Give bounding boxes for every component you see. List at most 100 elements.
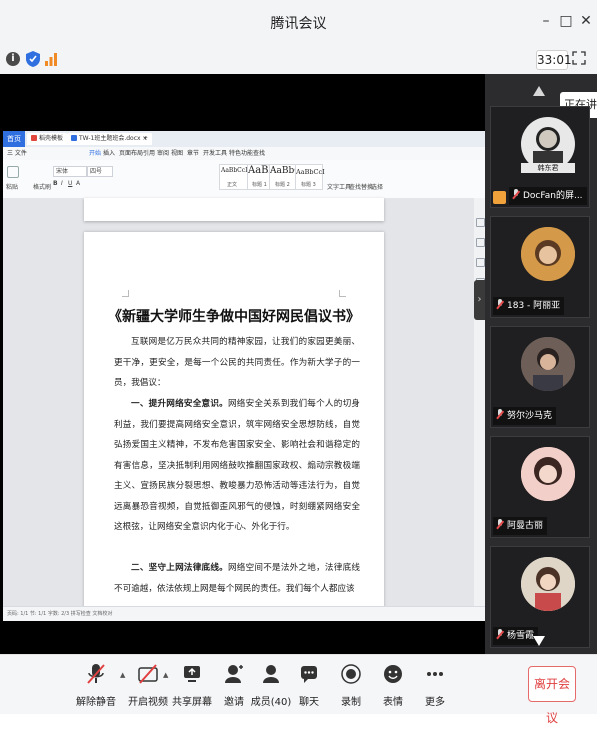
font-value: 宋体 — [56, 168, 69, 175]
document-side-toolbar — [474, 198, 485, 606]
font-size-value: 四号 — [90, 168, 103, 175]
menu-developer[interactable]: 开发工具 — [203, 148, 227, 159]
security-shield-icon[interactable] — [25, 50, 41, 68]
mic-off-icon — [496, 409, 504, 419]
style-heading-1[interactable]: AaBb 标题 1 — [247, 164, 275, 190]
avatar — [521, 557, 575, 611]
maximize-icon[interactable]: □ — [557, 12, 575, 30]
screen-share-icon — [493, 191, 506, 204]
menu-chapter[interactable]: 章节 — [187, 148, 199, 159]
participant-name-text: DocFan的屏... — [523, 191, 583, 201]
avatar — [521, 227, 575, 281]
avatar — [521, 447, 575, 501]
participant-name: 183 - 阿丽亚 — [493, 297, 565, 315]
menu-references[interactable]: 引用 — [143, 148, 155, 159]
participant-name: 杨雪霞 — [493, 627, 539, 645]
chat-icon — [301, 666, 317, 683]
wps-home-tab[interactable]: 首页 — [3, 131, 25, 147]
scroll-up-icon[interactable] — [533, 86, 545, 96]
style-name: 标题 2 — [275, 182, 290, 188]
close-icon[interactable]: ✕ — [577, 12, 595, 30]
record-icon — [341, 664, 361, 684]
text-tools-button[interactable]: 文字工具 — [327, 182, 351, 191]
template-icon — [31, 135, 37, 141]
avatar-caption: 韩东君 — [521, 163, 575, 173]
style-name: 标题 1 — [252, 182, 267, 188]
mic-off-icon — [87, 664, 105, 684]
camera-off-icon — [138, 664, 158, 684]
button-label: 解除静音 — [76, 697, 116, 708]
font-select[interactable]: 宋体 — [53, 166, 87, 177]
participant-tile[interactable]: 韩东君 DocFan的屏... — [490, 106, 590, 208]
minimize-icon[interactable]: – — [537, 12, 555, 30]
style-pane-icon[interactable] — [476, 238, 485, 247]
italic-button[interactable]: I — [61, 180, 63, 187]
unmute-button[interactable]: 解除静音 — [72, 661, 120, 711]
menu-search[interactable]: 查找 — [253, 148, 265, 159]
font-size-select[interactable]: 四号 — [87, 166, 113, 177]
participant-tile[interactable]: 阿曼古丽 — [490, 436, 590, 538]
style-normal[interactable]: AaBbCcDd 正文 — [219, 164, 254, 190]
title-bar: 腾讯会议 – □ ✕ — [0, 0, 597, 44]
emoji-icon — [384, 665, 402, 683]
fullscreen-icon[interactable] — [572, 51, 586, 65]
participant-name-text: 杨雪霞 — [507, 631, 535, 641]
wps-menu-bar: 三 文件 开始 插入 页面布局 引用 审阅 视图 章节 开发工具 特色功能 查找 — [3, 147, 485, 160]
style-heading-2[interactable]: AaBbC 标题 2 — [269, 164, 301, 190]
wps-tab-templates[interactable]: 稻壳模板 — [27, 133, 68, 145]
bold-button[interactable]: B — [53, 180, 58, 187]
shared-screen: 首页 稻壳模板 TW-1班主题班会.docx × + 三 文件 开始 插入 页面… — [3, 131, 485, 621]
paragraph-lead: 一、提升网络安全意识。 — [131, 399, 228, 409]
menu-review[interactable]: 审阅 — [157, 148, 169, 159]
menu-home[interactable]: 开始 — [89, 148, 101, 159]
new-tab-icon[interactable]: + — [139, 133, 152, 145]
participant-name-text: 努尔沙马克 — [507, 411, 553, 421]
select-button[interactable]: 选择 — [371, 182, 383, 191]
network-signal-icon[interactable] — [44, 52, 58, 66]
add-user-icon — [225, 665, 243, 683]
style-name: 正文 — [227, 182, 238, 188]
menu-insert[interactable]: 插入 — [103, 148, 115, 159]
mic-off-icon — [496, 299, 504, 309]
collapse-panel-handle[interactable]: › — [474, 280, 485, 320]
leave-meeting-button[interactable]: 离开会议 — [528, 666, 576, 725]
tab-label: 稻壳模板 — [39, 135, 64, 142]
underline-button[interactable]: U — [68, 180, 72, 187]
style-heading-3[interactable]: AaBbCcI 标题 3 — [295, 164, 325, 190]
menu-layout[interactable]: 页面布局 — [119, 148, 143, 159]
menu-view[interactable]: 视图 — [171, 148, 183, 159]
margin-corner — [339, 290, 346, 297]
document-canvas: 《新疆大学师生争做中国好网民倡议书》 互联网是亿万民众共同的精神家园，让我们的家… — [3, 198, 474, 612]
participant-name-text: 阿曼古丽 — [507, 521, 544, 531]
participant-tile[interactable]: 杨雪霞 — [490, 546, 590, 648]
mic-off-icon — [496, 519, 504, 529]
font-color-button[interactable]: A — [76, 180, 80, 187]
format-brush-label[interactable]: 格式刷 — [33, 182, 51, 191]
window-title: 腾讯会议 — [270, 16, 327, 32]
edit-icon[interactable] — [476, 218, 485, 227]
participant-tile[interactable]: 183 - 阿丽亚 — [490, 216, 590, 318]
mic-off-icon — [512, 189, 520, 199]
participant-name: DocFan的屏... — [509, 187, 587, 205]
meeting-info-bar: i 33:01 — [0, 44, 597, 74]
meeting-info-icon[interactable]: i — [6, 52, 20, 66]
paste-icon[interactable] — [7, 166, 19, 178]
mic-off-icon — [496, 629, 504, 639]
scroll-down-icon[interactable] — [533, 636, 545, 646]
participant-tile[interactable]: 努尔沙马克 — [490, 326, 590, 428]
menu-features[interactable]: 特色功能 — [229, 148, 253, 159]
more-button[interactable]: 更多 — [411, 661, 459, 711]
document-page[interactable]: 《新疆大学师生争做中国好网民倡议书》 互联网是亿万民众共同的精神家园，让我们的家… — [84, 232, 384, 612]
style-sample: AaBbCcI — [296, 168, 325, 176]
menu-file[interactable]: 三 文件 — [7, 148, 27, 159]
participant-name: 阿曼古丽 — [493, 517, 548, 535]
tab-label: TW-1班主题班会.docx — [79, 135, 141, 142]
previous-page — [84, 198, 384, 221]
select-pane-icon[interactable] — [476, 258, 485, 267]
doc-icon — [71, 135, 77, 141]
find-replace-button[interactable]: 查找替换 — [349, 182, 373, 191]
margin-corner — [122, 290, 129, 297]
status-text: 页码: 1/1 节: 1/1 字数: 2/3 拼写检查 文档校对 — [7, 611, 113, 617]
wps-ribbon: 粘贴 格式刷 宋体 四号 B I U A AaBbCcDd 正文 AaBb 标题… — [3, 160, 485, 199]
document-paragraph: 互联网是亿万民众共同的精神家园，让我们的家园更美丽、更干净，更安全，是每一个公民… — [114, 332, 360, 394]
